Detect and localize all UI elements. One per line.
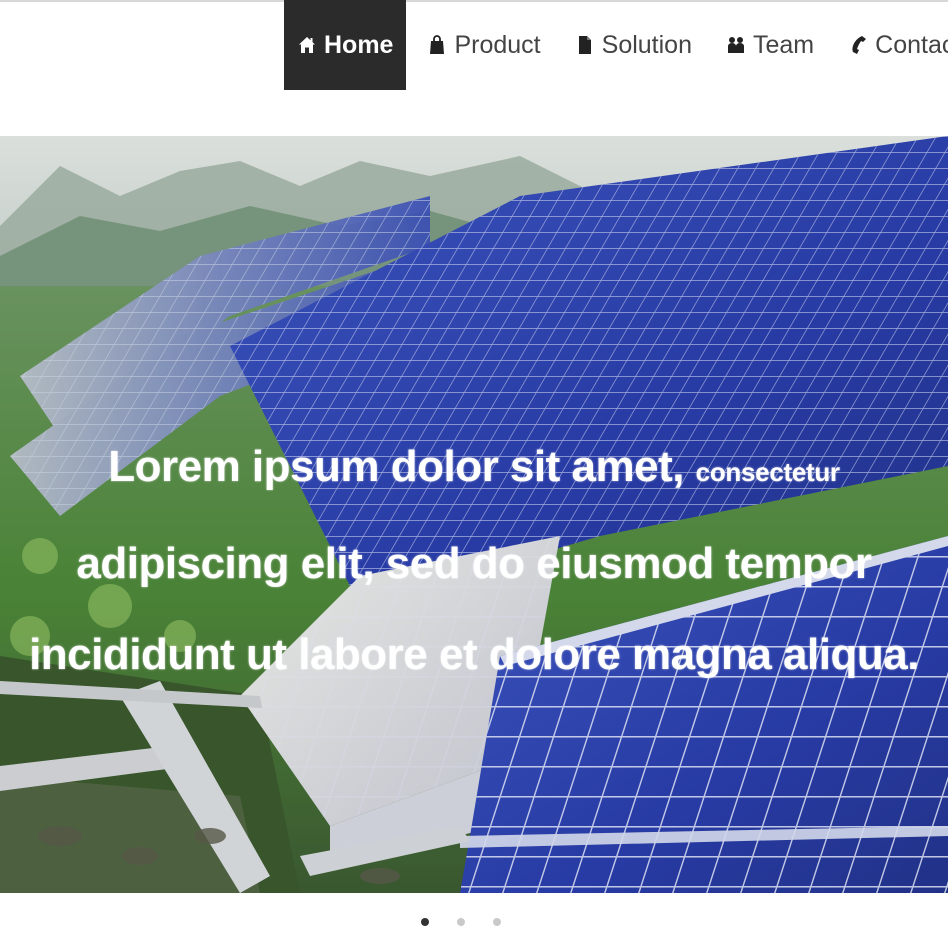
nav-label-product: Product — [454, 30, 541, 59]
carousel-dot-3[interactable] — [493, 918, 501, 926]
nav-label-team: Team — [753, 30, 815, 59]
main-navbar: Home Product Solution Team Conta — [0, 0, 948, 90]
hero-line-2: adipiscing elit, sed do eiusmod tempor — [76, 539, 872, 588]
hero-carousel-slide[interactable]: Lorem ipsum dolor sit amet, consectetur … — [0, 136, 948, 893]
nav-label-home: Home — [324, 30, 394, 59]
file-icon — [575, 34, 595, 56]
hero-line-1: Lorem ipsum dolor sit amet, consectetur — [20, 421, 928, 518]
team-icon — [726, 34, 746, 56]
nav-item-home[interactable]: Home — [284, 0, 407, 90]
nav-label-contact: Contact — [875, 30, 948, 59]
shopping-bag-icon — [427, 34, 447, 56]
nav-label-solution: Solution — [601, 30, 692, 59]
nav-item-product[interactable]: Product — [414, 0, 553, 90]
carousel-dot-2[interactable] — [457, 918, 465, 926]
home-icon — [297, 34, 317, 56]
nav-item-solution[interactable]: Solution — [562, 0, 705, 90]
nav-item-contact[interactable]: Contact — [835, 0, 948, 90]
nav-item-team[interactable]: Team — [713, 0, 827, 90]
hero-line-1-small: consectetur — [695, 457, 840, 487]
hero-line-1-main: Lorem ipsum dolor sit amet, — [108, 442, 696, 491]
phone-icon — [848, 34, 868, 56]
page: Home Product Solution Team Conta Lorem i… — [0, 0, 948, 943]
hero-headline: Lorem ipsum dolor sit amet, consectetur … — [20, 421, 928, 700]
hero-line-3: incididunt ut labore et dolore magna ali… — [29, 630, 919, 679]
nav-menu: Home Product Solution Team Conta — [284, 0, 948, 90]
carousel-indicators — [0, 918, 948, 932]
carousel-dot-1[interactable] — [421, 918, 429, 926]
